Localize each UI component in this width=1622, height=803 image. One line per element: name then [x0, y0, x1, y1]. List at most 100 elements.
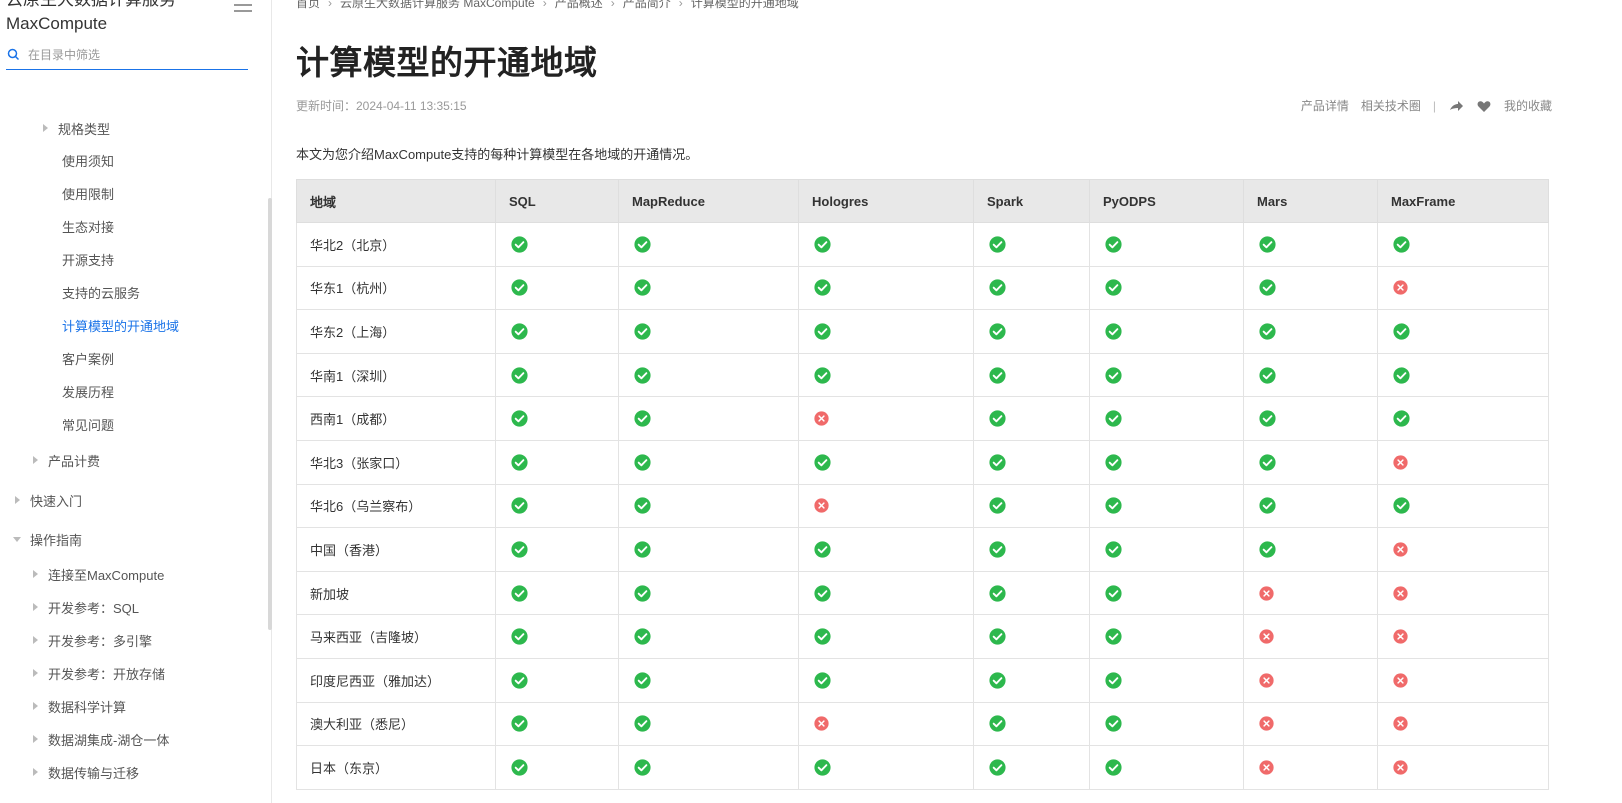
sidebar-item[interactable]: 规格类型	[0, 114, 268, 142]
status-cell	[1377, 265, 1549, 311]
status-cell	[495, 222, 619, 267]
sidebar-item[interactable]: 计算模型的开通地域	[0, 311, 268, 339]
cross-circle-icon	[1393, 585, 1408, 601]
sidebar-item-label: 数据科学计算	[48, 699, 127, 715]
sidebar-item[interactable]: 开发参考：开放存储	[0, 659, 268, 687]
sidebar-item[interactable]: 使用限制	[0, 179, 268, 207]
breadcrumb-link[interactable]: 首页	[296, 0, 320, 11]
status-cell	[495, 483, 619, 529]
caret-right-icon[interactable]	[30, 767, 40, 777]
sidebar-item[interactable]: 开发参考：多引擎	[0, 626, 268, 654]
breadcrumb-link[interactable]: 计算模型的开通地域	[691, 0, 799, 11]
sidebar-item[interactable]: 常见问题	[0, 410, 268, 438]
status-cell	[1377, 309, 1549, 354]
status-cell	[618, 745, 799, 790]
cross-circle-icon	[1259, 585, 1274, 601]
status-cell	[495, 745, 619, 790]
caret-right-icon[interactable]	[30, 569, 40, 579]
caret-right-icon[interactable]	[30, 701, 40, 711]
sidebar-item[interactable]: 数据科学计算	[0, 692, 268, 720]
status-cell	[798, 265, 974, 311]
check-circle-icon	[814, 584, 831, 602]
status-cell	[1243, 265, 1378, 311]
status-cell	[973, 701, 1090, 747]
sidebar-item[interactable]: 开发参考：SQL	[0, 593, 268, 621]
caret-right-icon[interactable]	[30, 635, 40, 645]
region-cell: 日本（东京）	[296, 745, 496, 790]
status-cell	[973, 222, 1090, 267]
check-circle-icon	[1393, 410, 1410, 427]
sidebar-item[interactable]: 数据传输与迁移	[0, 758, 268, 786]
status-cell	[1243, 701, 1378, 747]
check-circle-icon	[1259, 323, 1276, 340]
check-circle-icon	[1259, 541, 1276, 558]
sidebar-header: 云原生大数据计算服务 MaxCompute	[6, 0, 256, 36]
sidebar-item[interactable]: 开源支持	[0, 245, 268, 273]
intro-text: 本文为您介绍MaxCompute支持的每种计算模型在各地域的开通情况。	[296, 147, 699, 162]
table-row: 马来西亚（吉隆坡）	[296, 614, 1549, 659]
sidebar-item-label: 使用限制	[62, 186, 115, 202]
sidebar-item[interactable]: 产品计费	[0, 446, 268, 474]
caret-right-icon[interactable]	[30, 734, 40, 744]
region-cell: 华东2（上海）	[296, 309, 496, 354]
menu-icon[interactable]	[234, 0, 252, 12]
check-circle-icon	[989, 279, 1006, 296]
status-cell	[1089, 222, 1244, 267]
meta-divider: |	[1432, 98, 1436, 113]
sidebar-item-label: 连接至MaxCompute	[48, 567, 165, 583]
product-title[interactable]: 云原生大数据计算服务 MaxCompute	[6, 0, 226, 36]
sidebar-item-label: 产品计费	[48, 453, 101, 469]
sidebar-item[interactable]: 快速入门	[0, 486, 268, 514]
check-circle-icon	[1105, 454, 1122, 471]
status-cell	[798, 527, 974, 572]
caret-right-icon[interactable]	[30, 602, 40, 612]
related-tech-link[interactable]: 相关技术圈	[1361, 97, 1421, 114]
status-cell	[1377, 352, 1549, 398]
caret-right-icon[interactable]	[12, 495, 22, 505]
breadcrumb-link[interactable]: 云原生大数据计算服务 MaxCompute	[340, 0, 535, 11]
sidebar-scrollbar[interactable]	[268, 198, 272, 630]
check-circle-icon	[634, 759, 651, 776]
caret-right-icon[interactable]	[40, 123, 50, 133]
check-circle-icon	[989, 323, 1006, 340]
main-content: 首页 › 云原生大数据计算服务 MaxCompute › 产品概述 › 产品简介 › 计算模型的…	[296, 0, 1622, 803]
status-cell	[618, 309, 799, 354]
check-circle-icon	[989, 236, 1006, 253]
status-cell	[618, 265, 799, 311]
check-circle-icon	[1393, 367, 1410, 384]
sidebar-item-label: 常见问题	[62, 417, 115, 433]
breadcrumb-link[interactable]: 产品概述	[555, 0, 603, 11]
column-header: 地域	[296, 179, 496, 223]
caret-down-icon[interactable]	[12, 534, 22, 544]
sidebar-item[interactable]: 连接至MaxCompute	[0, 560, 268, 588]
search-input[interactable]	[28, 47, 238, 62]
caret-right-icon[interactable]	[30, 668, 40, 678]
sidebar-item-label: 数据传输与迁移	[48, 765, 140, 781]
caret-right-icon[interactable]	[30, 455, 40, 465]
status-cell	[973, 483, 1090, 529]
cross-circle-icon	[1259, 673, 1274, 688]
check-circle-icon	[634, 279, 651, 296]
heart-icon[interactable]	[1476, 98, 1492, 114]
check-circle-icon	[634, 323, 651, 340]
sidebar-item[interactable]: 数据湖集成-湖仓一体	[0, 725, 268, 753]
sidebar-item[interactable]: 使用须知	[0, 146, 268, 174]
region-cell: 华南1（深圳）	[296, 352, 496, 398]
status-cell	[798, 222, 974, 267]
sidebar-item[interactable]: 支持的云服务	[0, 278, 268, 306]
sidebar-item[interactable]: 操作指南	[0, 525, 268, 553]
status-cell	[495, 570, 619, 616]
share-icon[interactable]	[1448, 98, 1464, 114]
status-cell	[618, 439, 799, 485]
cross-circle-icon	[814, 498, 829, 513]
product-details-link[interactable]: 产品详情	[1301, 97, 1349, 114]
check-circle-icon	[634, 672, 651, 689]
breadcrumb-link[interactable]: 产品简介	[623, 0, 671, 11]
favorite-link[interactable]: 我的收藏	[1504, 97, 1552, 114]
sidebar-item[interactable]: 发展历程	[0, 377, 268, 405]
sidebar-item[interactable]: 客户案例	[0, 344, 268, 372]
status-cell	[618, 483, 799, 529]
sidebar-item[interactable]: 生态对接	[0, 212, 268, 240]
status-cell	[798, 570, 974, 616]
region-cell: 华北3（张家口）	[296, 439, 496, 485]
